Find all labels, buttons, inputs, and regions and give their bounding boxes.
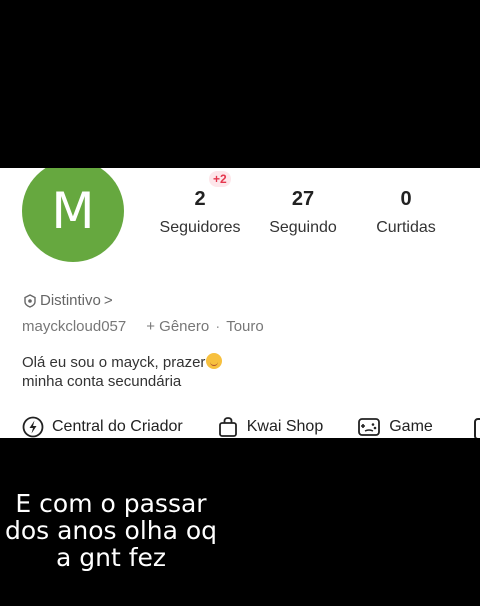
kwai-shop-button[interactable]: Kwai Shop (217, 416, 324, 438)
distintivo-label: Distintivo (40, 292, 101, 309)
avatar[interactable]: M (22, 168, 124, 262)
followers-label: Seguidores (159, 219, 241, 236)
lightning-circle-icon (22, 416, 44, 438)
game-label: Game (389, 418, 433, 435)
following-count: 27 (291, 188, 315, 210)
profile-panel: M +2 2 Seguidores 27 Seguindo 0 Curtidas… (0, 168, 480, 438)
creator-center-button[interactable]: Central do Criador (22, 416, 183, 438)
creator-center-label: Central do Criador (52, 418, 183, 435)
chevron-right-icon: > (103, 292, 113, 309)
smiling-emoji-icon (206, 353, 223, 369)
followers-count: 2 (194, 188, 206, 210)
avatar-letter: M (51, 182, 95, 240)
kwai-shop-label: Kwai Shop (246, 418, 324, 435)
game-button[interactable]: Game (357, 416, 433, 438)
caption-line-1: E com o passar (15, 489, 207, 518)
badge-icon (23, 293, 37, 308)
likes-count: 0 (400, 188, 412, 210)
bio-line-1: Olá eu sou o mayck, prazer (22, 354, 206, 371)
zodiac-sign: Touro (226, 318, 264, 335)
gamepad-icon (357, 416, 381, 438)
shopping-bag-icon (217, 416, 239, 438)
add-gender-button[interactable]: + Gênero (146, 318, 209, 335)
stat-likes[interactable]: 0 Curtidas (361, 188, 451, 237)
distintivo-link[interactable]: Distintivo > (23, 292, 113, 309)
caption-line-2: dos anos olha oq (4, 516, 218, 545)
stat-following[interactable]: 27 Seguindo (258, 188, 348, 237)
likes-label: Curtidas (376, 219, 436, 236)
meta-separator: · (215, 318, 221, 335)
caption-line-3: a gnt fez (55, 543, 167, 572)
profile-meta: mayckcloud057 + Gênero · Touro (22, 318, 264, 335)
more-shortcut-icon[interactable] (474, 418, 480, 438)
username: mayckcloud057 (22, 318, 127, 335)
video-caption: E com o passar dos anos olha oq a gnt fe… (0, 490, 222, 571)
shortcut-bar: Central do Criador Kwai Shop Game (22, 416, 467, 438)
stat-followers[interactable]: 2 Seguidores (155, 188, 245, 237)
bio: Olá eu sou o mayck, prazer minha conta s… (22, 353, 223, 391)
bio-line-2: minha conta secundária (22, 373, 182, 390)
followers-new-badge: +2 (209, 171, 231, 187)
following-label: Seguindo (269, 219, 337, 236)
